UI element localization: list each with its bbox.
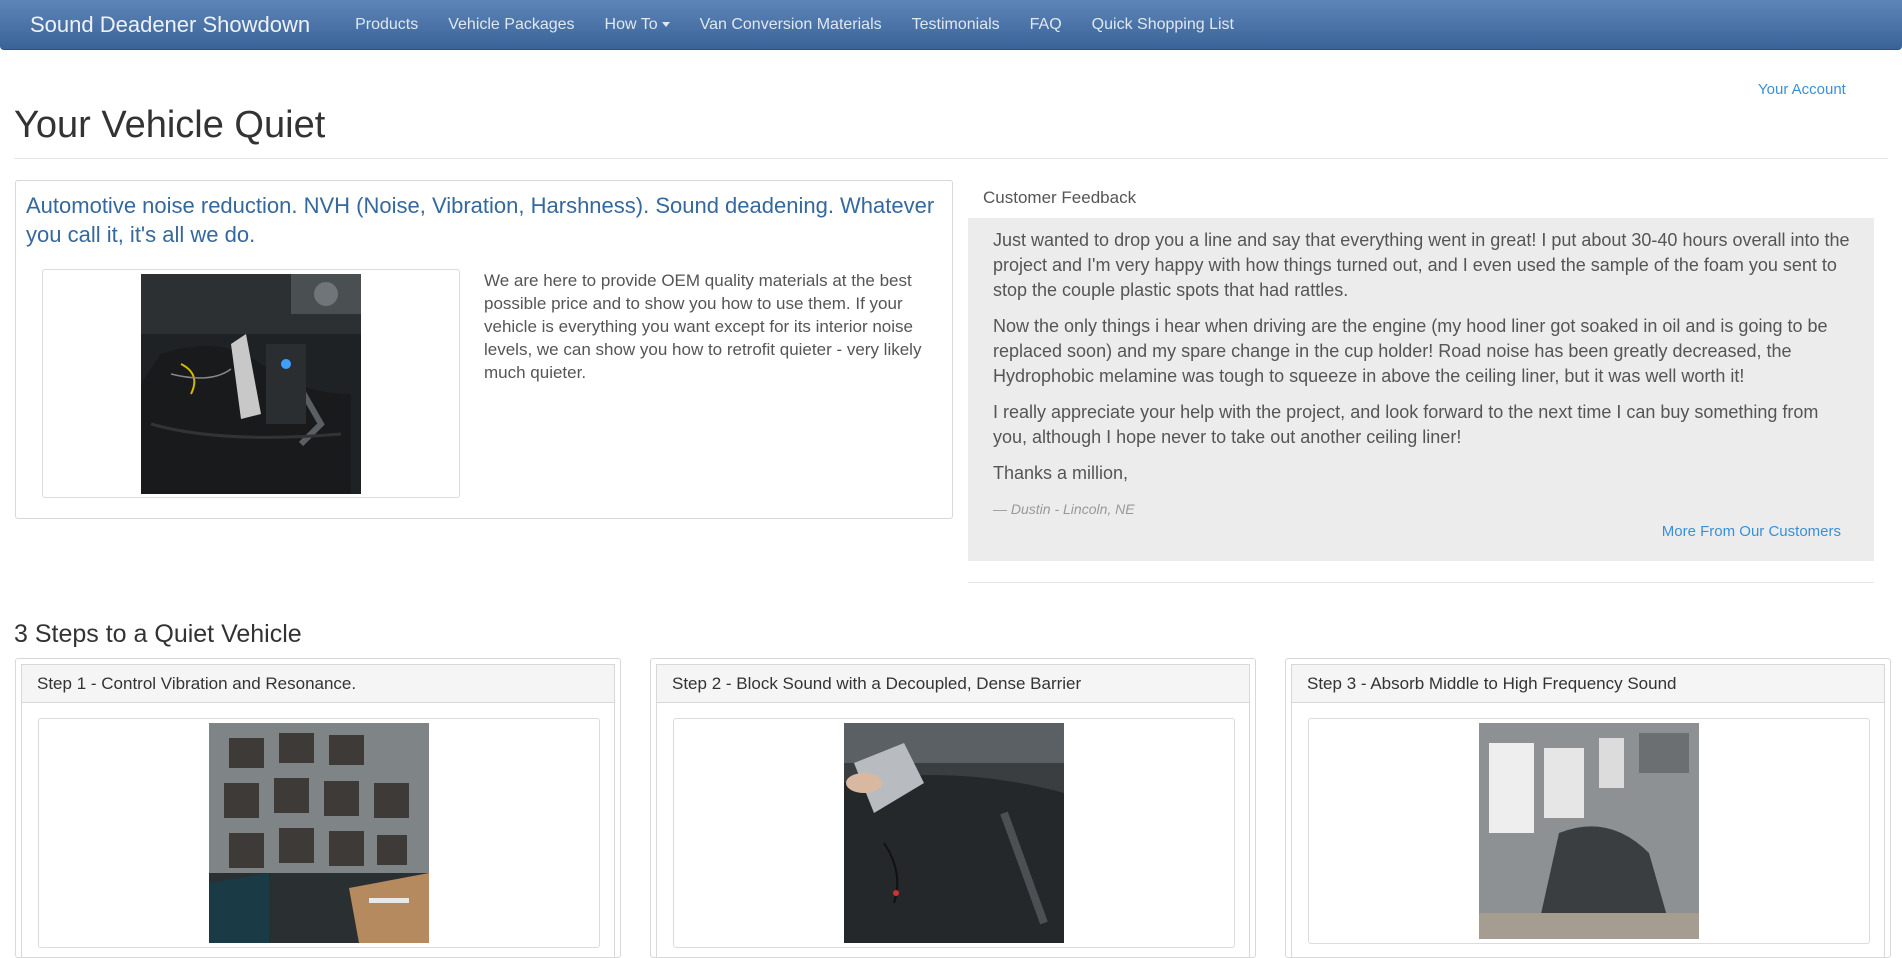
testimonial-paragraph: Now the only things i hear when driving … xyxy=(993,316,1828,386)
nav-products[interactable]: Products xyxy=(340,16,433,34)
intro-image-frame xyxy=(42,269,460,498)
intro-heading: Automotive noise reduction. NVH (Noise, … xyxy=(26,193,935,247)
testimonial-paragraph: I really appreciate your help with the p… xyxy=(993,402,1819,447)
step-2-heading: Step 2 - Block Sound with a Decoupled, D… xyxy=(657,665,1249,703)
brand-link[interactable]: Sound Deadener Showdown xyxy=(0,12,340,38)
step-3-image-frame xyxy=(1308,718,1870,944)
step-1-heading: Step 1 - Control Vibration and Resonance… xyxy=(22,665,614,703)
customer-feedback-label: Customer Feedback xyxy=(983,188,1137,207)
intro-description: We are here to provide OEM quality mater… xyxy=(484,271,922,382)
page-title: Your Vehicle Quiet xyxy=(14,104,326,146)
title-divider xyxy=(14,158,1888,159)
car-interior-floor-image xyxy=(141,274,361,494)
barrier-floor-image xyxy=(844,723,1064,943)
nav-vehicle-packages[interactable]: Vehicle Packages xyxy=(433,16,589,34)
nav-van-conversion-materials[interactable]: Van Conversion Materials xyxy=(685,16,897,34)
van-absorber-panels-image xyxy=(1479,723,1699,939)
top-navbar: Sound Deadener Showdown Products Vehicle… xyxy=(0,0,1902,50)
testimonial-paragraph: Just wanted to drop you a line and say t… xyxy=(993,230,1850,300)
your-account-link[interactable]: Your Account xyxy=(1758,81,1846,98)
more-from-customers-link[interactable]: More From Our Customers xyxy=(1662,523,1841,540)
testimonial-author: — Dustin - Lincoln, NE xyxy=(993,501,1135,517)
testimonial-paragraph: Thanks a million, xyxy=(993,463,1129,483)
step-2-image-frame xyxy=(673,718,1235,948)
nav-quick-shopping-list[interactable]: Quick Shopping List xyxy=(1077,16,1249,34)
step-1-panel: Step 1 - Control Vibration and Resonance… xyxy=(15,658,621,958)
feedback-divider xyxy=(968,582,1874,583)
intro-panel: Automotive noise reduction. NVH (Noise, … xyxy=(15,180,953,519)
testimonial-blockquote: Just wanted to drop you a line and say t… xyxy=(968,218,1874,561)
ceiling-dampening-tiles-image xyxy=(209,723,429,943)
step-2-panel: Step 2 - Block Sound with a Decoupled, D… xyxy=(650,658,1256,958)
step-3-panel: Step 3 - Absorb Middle to High Frequency… xyxy=(1285,658,1891,958)
nav-testimonials[interactable]: Testimonials xyxy=(897,16,1015,34)
step-1-image-frame xyxy=(38,718,600,948)
nav-how-to-label: How To xyxy=(604,15,658,33)
nav-how-to-dropdown[interactable]: How To xyxy=(590,16,685,34)
nav-faq[interactable]: FAQ xyxy=(1015,16,1077,34)
step-3-heading: Step 3 - Absorb Middle to High Frequency… xyxy=(1292,665,1884,703)
caret-down-icon xyxy=(661,21,670,27)
steps-title: 3 Steps to a Quiet Vehicle xyxy=(14,620,302,648)
